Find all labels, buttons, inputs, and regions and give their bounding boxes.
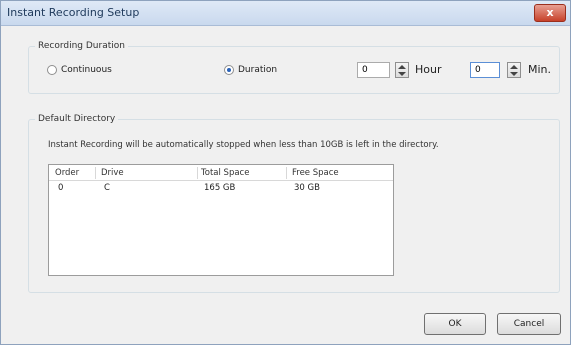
minute-down-icon[interactable] [510,72,518,76]
minute-spinner[interactable] [507,62,521,78]
drive-table[interactable]: Order Drive Total Space Free Space 0 C 1… [48,164,394,276]
cell-order: 0 [58,183,64,193]
hour-spinner[interactable] [395,62,409,78]
close-icon: x [546,6,554,19]
minute-unit-label: Min. [528,63,552,76]
recording-duration-label: Recording Duration [35,41,128,51]
directory-note: Instant Recording will be automatically … [48,140,439,150]
cell-free-space: 30 GB [294,183,320,193]
cell-drive: C [104,183,110,193]
continuous-label[interactable]: Continuous [61,65,112,75]
duration-label[interactable]: Duration [238,65,277,75]
column-header-free-space[interactable]: Free Space [292,168,339,178]
cell-total-space: 165 GB [204,183,236,193]
cancel-button[interactable]: Cancel [497,313,561,335]
continuous-radio[interactable] [47,65,57,75]
column-divider [286,167,287,179]
ok-button[interactable]: OK [424,313,486,335]
hour-input[interactable]: 0 [357,62,390,78]
window-title: Instant Recording Setup [7,6,140,19]
title-bar: Instant Recording Setup x [1,1,570,26]
header-divider [49,180,393,181]
minute-up-icon[interactable] [510,65,518,69]
hour-up-icon[interactable] [398,65,406,69]
default-directory-label: Default Directory [35,114,119,124]
column-header-total-space[interactable]: Total Space [201,168,249,178]
hour-unit-label: Hour [415,63,442,76]
column-divider [95,167,96,179]
column-divider [197,167,198,179]
instant-recording-dialog: Instant Recording Setup x Recording Dura… [0,0,571,345]
duration-radio[interactable] [224,65,234,75]
column-header-drive[interactable]: Drive [101,168,124,178]
close-button[interactable]: x [534,4,566,22]
minute-input[interactable]: 0 [470,62,500,78]
column-header-order[interactable]: Order [55,168,79,178]
hour-down-icon[interactable] [398,72,406,76]
